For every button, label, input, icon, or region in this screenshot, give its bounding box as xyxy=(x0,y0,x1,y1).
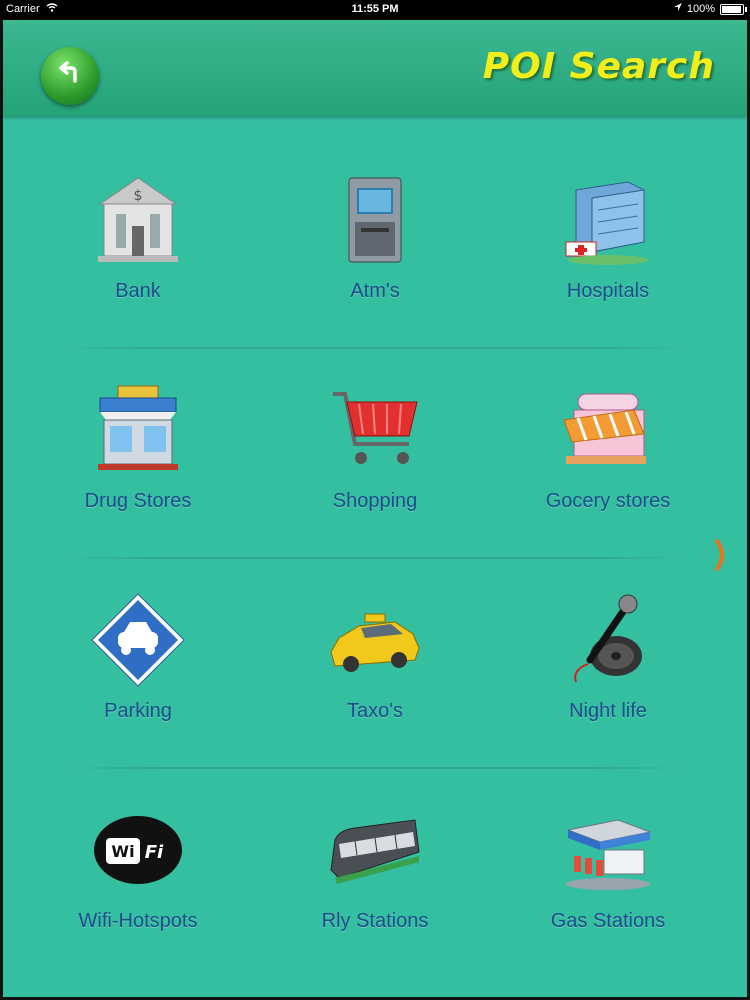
back-button[interactable] xyxy=(41,47,99,105)
category-shopping[interactable]: Shopping xyxy=(270,350,480,540)
category-hospitals[interactable]: Hospitals xyxy=(503,140,713,330)
category-label: Rly Stations xyxy=(321,910,429,932)
category-bank[interactable]: $ Bank xyxy=(33,140,243,330)
drug-store-icon xyxy=(98,385,178,470)
page-title: POI Search xyxy=(482,46,715,87)
status-time: 11:55 PM xyxy=(351,3,399,15)
category-grocery-stores[interactable]: Gocery stores xyxy=(503,350,713,540)
battery-icon xyxy=(720,3,747,15)
gas-station-icon xyxy=(566,819,652,890)
microphone-icon xyxy=(574,594,642,683)
svg-text:Fi: Fi xyxy=(145,842,164,863)
category-wifi-hotspots[interactable]: Wi Fi Wifi-Hotspots xyxy=(33,770,243,960)
row-divider xyxy=(65,347,685,349)
category-label: Wifi-Hotspots xyxy=(78,910,198,932)
category-label: Gocery stores xyxy=(545,490,671,512)
bank-icon: $ xyxy=(98,177,178,262)
svg-text:Wi: Wi xyxy=(111,842,134,861)
category-label: Atm's xyxy=(350,280,400,302)
atm-icon xyxy=(348,177,402,263)
parking-icon xyxy=(91,593,185,687)
category-gas-stations[interactable]: Gas Stations xyxy=(503,770,713,960)
app-screen: POI Search $ Bank Atm's Hospitals Drug S… xyxy=(3,20,747,997)
train-icon xyxy=(330,819,420,884)
category-label: Bank xyxy=(115,280,161,302)
category-parking[interactable]: Parking xyxy=(33,560,243,750)
battery-percent: 100% xyxy=(686,3,715,15)
chevron-right-icon xyxy=(712,539,732,579)
category-label: Parking xyxy=(104,700,172,722)
category-taxis[interactable]: Taxo's xyxy=(270,560,480,750)
svg-text:$: $ xyxy=(134,188,143,204)
category-rly-stations[interactable]: Rly Stations xyxy=(270,770,480,960)
hospital-icon xyxy=(565,181,648,265)
category-label: Hospitals xyxy=(566,280,650,302)
header-bar: POI Search xyxy=(3,20,747,116)
back-arrow-icon xyxy=(55,59,85,94)
category-night-life[interactable]: Night life xyxy=(503,560,713,750)
shopping-cart-icon xyxy=(333,392,418,464)
category-label: Shopping xyxy=(332,490,418,512)
category-drug-stores[interactable]: Drug Stores xyxy=(33,350,243,540)
category-label: Drug Stores xyxy=(84,490,192,512)
status-bar: Carrier 11:55 PM 100% xyxy=(0,0,750,20)
wifi-icon: Wi Fi xyxy=(94,816,182,884)
location-icon xyxy=(673,3,682,15)
category-label: Taxo's xyxy=(346,700,404,722)
category-label: Gas Stations xyxy=(550,910,666,932)
row-divider xyxy=(65,557,685,559)
grocery-store-icon xyxy=(563,393,646,464)
category-label: Night life xyxy=(569,700,647,722)
next-page-button[interactable] xyxy=(712,535,742,575)
category-atms[interactable]: Atm's xyxy=(270,140,480,330)
taxi-icon xyxy=(330,613,420,672)
row-divider xyxy=(65,767,685,769)
